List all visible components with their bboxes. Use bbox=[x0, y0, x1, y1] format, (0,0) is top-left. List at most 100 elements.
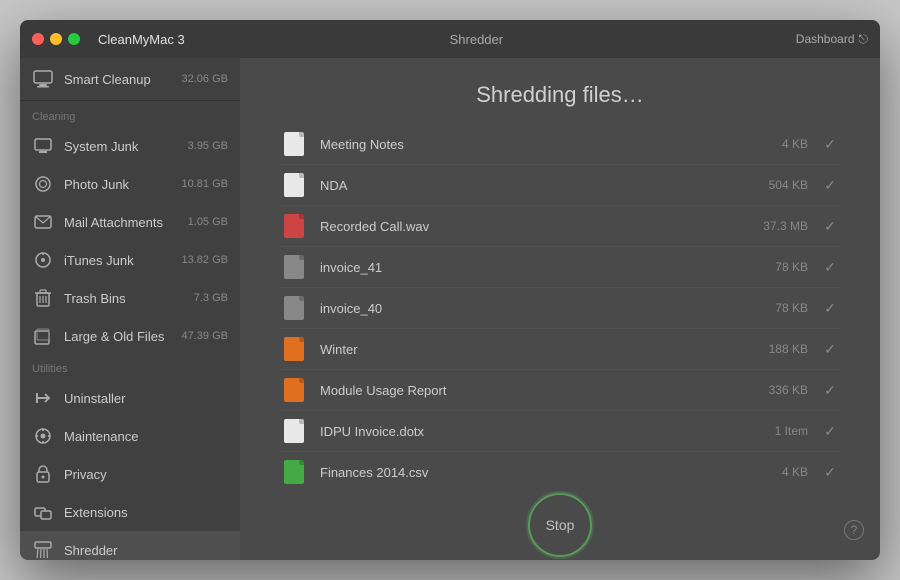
itunes-icon bbox=[32, 249, 54, 271]
file-size: 78 KB bbox=[738, 260, 808, 274]
close-button[interactable] bbox=[32, 33, 44, 45]
file-row: invoice_40 78 KB ✓ bbox=[280, 288, 840, 329]
main-panel: Shredding files… Meeting Notes 4 KB ✓ ND… bbox=[240, 58, 880, 560]
sidebar-item-trash-bins[interactable]: Trash Bins 7.3 GB bbox=[20, 279, 240, 317]
itunes-junk-size: 13.82 GB bbox=[182, 254, 228, 266]
file-name: invoice_41 bbox=[320, 260, 726, 275]
utilities-section-label: Utilities bbox=[20, 355, 240, 379]
file-size: 336 KB bbox=[738, 383, 808, 397]
mail-icon bbox=[32, 211, 54, 233]
file-size: 78 KB bbox=[738, 301, 808, 315]
cleaning-section-label: Cleaning bbox=[20, 103, 240, 127]
sidebar-item-extensions[interactable]: Extensions bbox=[20, 493, 240, 531]
photo-icon bbox=[32, 173, 54, 195]
file-name: IDPU Invoice.dotx bbox=[320, 424, 726, 439]
help-icon: ? bbox=[851, 523, 858, 537]
check-icon: ✓ bbox=[820, 177, 840, 194]
file-icon bbox=[280, 171, 308, 199]
file-icon bbox=[280, 376, 308, 404]
file-name: invoice_40 bbox=[320, 301, 726, 316]
shredder-label: Shredder bbox=[64, 543, 228, 558]
file-icon bbox=[280, 253, 308, 281]
sidebar-item-privacy[interactable]: Privacy bbox=[20, 455, 240, 493]
sidebar-item-large-old-files[interactable]: Large & Old Files 47.39 GB bbox=[20, 317, 240, 355]
file-size: 1 Item bbox=[738, 424, 808, 438]
file-icon bbox=[280, 130, 308, 158]
file-size: 37.3 MB bbox=[738, 219, 808, 233]
dashboard-button[interactable]: Dashboard ⎋ bbox=[796, 32, 868, 47]
check-icon: ✓ bbox=[820, 382, 840, 399]
file-row: Finances 2014.csv 4 KB ✓ bbox=[280, 452, 840, 490]
file-name: Meeting Notes bbox=[320, 137, 726, 152]
title-bar-center: Shredder bbox=[185, 32, 768, 47]
photo-junk-label: Photo Junk bbox=[64, 177, 172, 192]
sidebar: Smart Cleanup 32.06 GB Cleaning System J… bbox=[20, 58, 240, 560]
dashboard-icon: ⎋ bbox=[859, 32, 869, 47]
check-icon: ✓ bbox=[820, 341, 840, 358]
mail-attachments-size: 1.05 GB bbox=[188, 216, 228, 228]
file-name: Recorded Call.wav bbox=[320, 219, 726, 234]
sidebar-item-smart-cleanup[interactable]: Smart Cleanup 32.06 GB bbox=[20, 58, 240, 101]
file-name: Winter bbox=[320, 342, 726, 357]
shredder-icon bbox=[32, 539, 54, 560]
file-icon bbox=[280, 212, 308, 240]
system-icon bbox=[32, 135, 54, 157]
file-icon bbox=[280, 335, 308, 363]
sidebar-item-uninstaller[interactable]: Uninstaller bbox=[20, 379, 240, 417]
maximize-button[interactable] bbox=[68, 33, 80, 45]
stop-label: Stop bbox=[546, 517, 575, 533]
minimize-button[interactable] bbox=[50, 33, 62, 45]
file-row: Meeting Notes 4 KB ✓ bbox=[280, 124, 840, 165]
large-old-files-size: 47.39 GB bbox=[182, 330, 228, 342]
system-junk-label: System Junk bbox=[64, 139, 178, 154]
title-bar-left: CleanMyMac 3 bbox=[32, 32, 185, 47]
sidebar-item-system-junk[interactable]: System Junk 3.95 GB bbox=[20, 127, 240, 165]
bottom-bar: Stop ? bbox=[240, 490, 880, 560]
file-size: 4 KB bbox=[738, 137, 808, 151]
trash-bins-label: Trash Bins bbox=[64, 291, 184, 306]
file-row: IDPU Invoice.dotx 1 Item ✓ bbox=[280, 411, 840, 452]
app-title: CleanMyMac 3 bbox=[98, 32, 185, 47]
check-icon: ✓ bbox=[820, 464, 840, 481]
smart-cleanup-label: Smart Cleanup bbox=[64, 72, 172, 87]
uninstaller-label: Uninstaller bbox=[64, 391, 228, 406]
file-size: 4 KB bbox=[738, 465, 808, 479]
traffic-lights bbox=[32, 33, 80, 45]
system-junk-size: 3.95 GB bbox=[188, 140, 228, 152]
window-subtitle: Shredder bbox=[450, 32, 503, 47]
help-button[interactable]: ? bbox=[844, 520, 864, 540]
files-icon bbox=[32, 325, 54, 347]
sidebar-item-shredder[interactable]: Shredder bbox=[20, 531, 240, 560]
stop-button[interactable]: Stop bbox=[528, 493, 592, 557]
file-icon bbox=[280, 458, 308, 486]
dashboard-label: Dashboard bbox=[796, 32, 855, 46]
file-name: Finances 2014.csv bbox=[320, 465, 726, 480]
file-row: invoice_41 78 KB ✓ bbox=[280, 247, 840, 288]
extensions-icon bbox=[32, 501, 54, 523]
check-icon: ✓ bbox=[820, 259, 840, 276]
itunes-junk-label: iTunes Junk bbox=[64, 253, 172, 268]
file-icon bbox=[280, 417, 308, 445]
extensions-label: Extensions bbox=[64, 505, 228, 520]
maintenance-label: Maintenance bbox=[64, 429, 228, 444]
title-bar-right: Dashboard ⎋ bbox=[768, 32, 868, 47]
check-icon: ✓ bbox=[820, 136, 840, 153]
sidebar-item-itunes-junk[interactable]: iTunes Junk 13.82 GB bbox=[20, 241, 240, 279]
sidebar-item-mail-attachments[interactable]: Mail Attachments 1.05 GB bbox=[20, 203, 240, 241]
shredding-title: Shredding files… bbox=[240, 58, 880, 124]
privacy-label: Privacy bbox=[64, 467, 228, 482]
sidebar-item-photo-junk[interactable]: Photo Junk 10.81 GB bbox=[20, 165, 240, 203]
main-content: Smart Cleanup 32.06 GB Cleaning System J… bbox=[20, 58, 880, 560]
file-icon bbox=[280, 294, 308, 322]
files-list: Meeting Notes 4 KB ✓ NDA 504 KB ✓ Record… bbox=[240, 124, 880, 490]
check-icon: ✓ bbox=[820, 300, 840, 317]
photo-junk-size: 10.81 GB bbox=[182, 178, 228, 190]
monitor-icon bbox=[32, 68, 54, 90]
sidebar-item-maintenance[interactable]: Maintenance bbox=[20, 417, 240, 455]
mail-attachments-label: Mail Attachments bbox=[64, 215, 178, 230]
file-row: Module Usage Report 336 KB ✓ bbox=[280, 370, 840, 411]
smart-cleanup-size: 32.06 GB bbox=[182, 73, 228, 85]
file-row: Recorded Call.wav 37.3 MB ✓ bbox=[280, 206, 840, 247]
file-row: NDA 504 KB ✓ bbox=[280, 165, 840, 206]
trash-icon bbox=[32, 287, 54, 309]
